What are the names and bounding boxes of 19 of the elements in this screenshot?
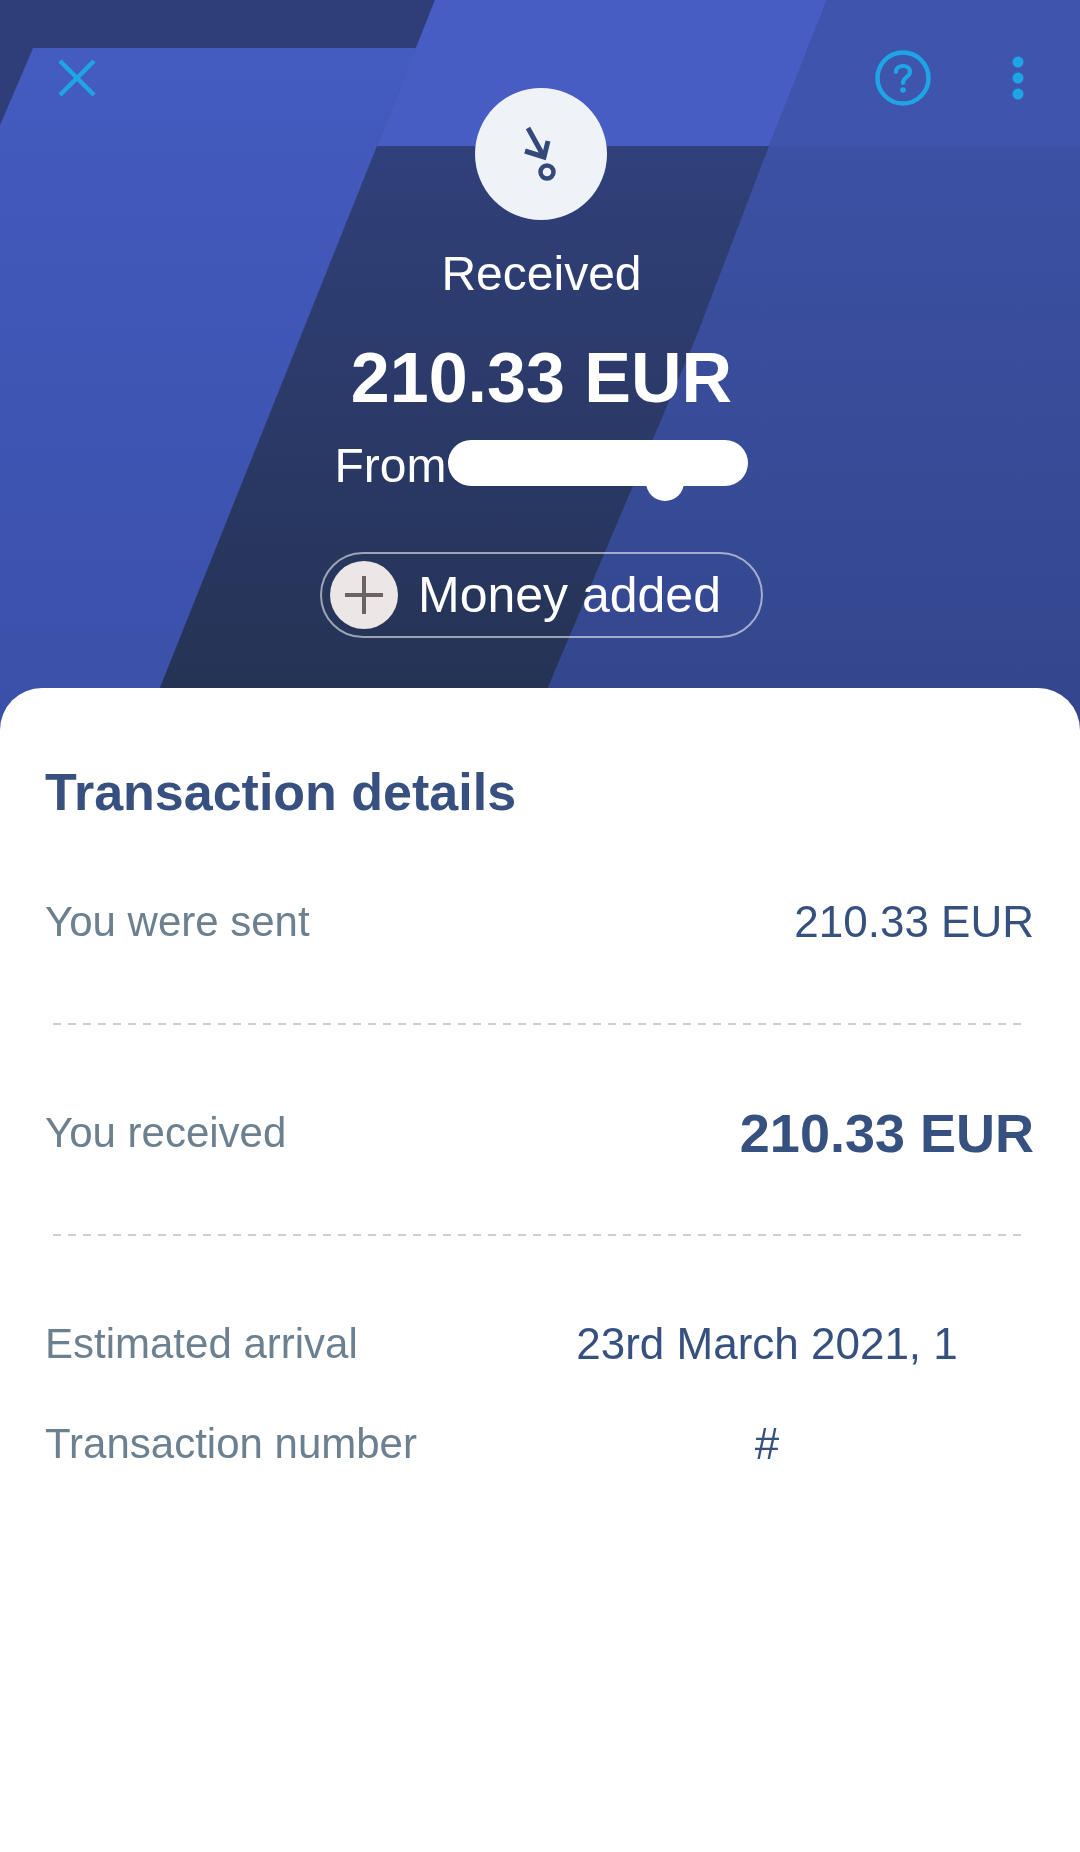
status-title: Received [441,248,642,300]
received-icon [475,88,608,220]
detail-label: Transaction number [45,1419,417,1469]
detail-label: Estimated arrival [45,1319,358,1369]
plus-icon [330,561,398,629]
detail-value: # [754,1418,780,1470]
section-title: Transaction details [45,764,518,820]
close-icon [57,58,97,98]
help-icon [875,50,931,106]
more-options-icon [1012,56,1024,100]
category-chip[interactable]: Money added [320,552,763,638]
detail-value: 210.33 EUR [739,1102,1034,1164]
detail-label: You were sent [45,897,310,947]
detail-value: 210.33 EUR [794,896,1034,948]
detail-label: You received [45,1108,287,1158]
help-button[interactable] [875,50,931,106]
sender-label: From [334,440,447,492]
detail-value: 23rd March 2021, 1 [576,1318,958,1370]
amount-text: 210.33 EUR [350,338,733,418]
